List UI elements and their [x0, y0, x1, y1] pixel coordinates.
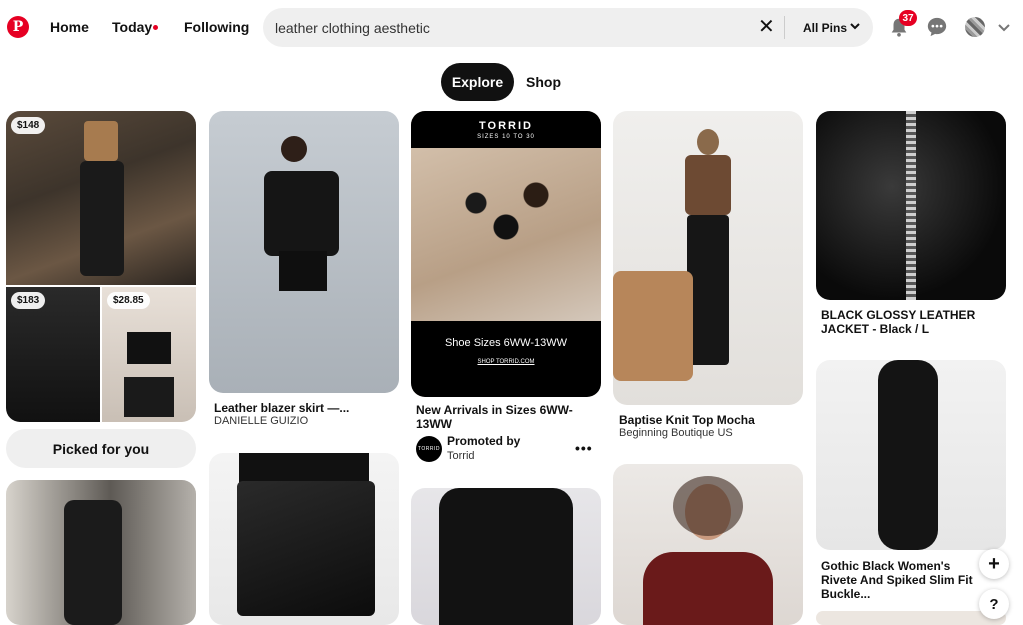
pinterest-logo[interactable]: P — [7, 16, 29, 38]
pin-title[interactable]: BLACK GLOSSY LEATHER JACKET - Black / L — [821, 308, 1001, 336]
tab-shop[interactable]: Shop — [526, 74, 561, 90]
tab-explore[interactable]: Explore — [441, 63, 514, 101]
add-pin-button[interactable]: + — [979, 549, 1009, 579]
torrid-banner: TORRID SIZES 10 TO 30 — [411, 111, 601, 148]
pin-creator[interactable]: DANIELLE GUIZIO — [214, 415, 308, 427]
ad-headline: Shoe Sizes 6WW-13WW — [444, 337, 568, 349]
pin-title[interactable]: New Arrivals in Sizes 6WW-13WW — [416, 403, 596, 431]
chevron-down-icon[interactable] — [849, 20, 861, 32]
pin-card-image[interactable] — [6, 480, 196, 625]
close-icon[interactable]: ✕ — [758, 17, 775, 37]
search-bar[interactable]: leather clothing aesthetic ✕ All Pins — [263, 8, 873, 47]
pin-title[interactable]: Gothic Black Women's Rivete And Spiked S… — [821, 559, 986, 601]
pin-title[interactable]: Leather blazer skirt —... — [214, 401, 349, 415]
advertiser-name[interactable]: Torrid — [447, 450, 475, 462]
notification-badge: 37 — [899, 10, 917, 26]
nav-today[interactable]: Today — [112, 19, 152, 35]
message-icon[interactable] — [926, 16, 948, 38]
price-tag: $183 — [11, 292, 46, 309]
search-divider — [784, 16, 785, 39]
avatar[interactable] — [965, 17, 985, 37]
top-nav-bar: P Home Today Following leather clothing … — [0, 0, 1023, 56]
search-scope-dropdown[interactable]: All Pins — [803, 21, 847, 35]
price-tag: $148 — [11, 117, 46, 134]
pin-card-image[interactable] — [613, 464, 803, 625]
pin-card-image[interactable] — [411, 488, 601, 625]
search-input[interactable]: leather clothing aesthetic — [275, 20, 430, 36]
pin-title[interactable]: Baptise Knit Top Mocha — [619, 413, 755, 427]
pin-card-image[interactable] — [209, 111, 399, 393]
pin-card-image[interactable]: $148 $183 $28.85 — [6, 111, 196, 422]
pin-card-image[interactable] — [816, 611, 1006, 625]
nav-home[interactable]: Home — [50, 19, 89, 35]
pin-card-image[interactable] — [816, 360, 1006, 550]
nav-following[interactable]: Following — [184, 19, 249, 35]
pin-card-image[interactable] — [613, 111, 803, 405]
today-indicator-dot — [153, 25, 158, 30]
pin-creator[interactable]: Beginning Boutique US — [619, 427, 733, 439]
promoted-pin-card[interactable]: TORRID SIZES 10 TO 30 Shoe Sizes 6WW-13W… — [411, 111, 601, 397]
picked-for-you-button[interactable]: Picked for you — [6, 429, 196, 468]
shop-link[interactable]: SHOP TORRID.COM — [411, 349, 601, 365]
pin-card-image[interactable] — [209, 453, 399, 625]
chevron-down-icon[interactable] — [997, 20, 1011, 34]
promoted-label: Promoted by — [447, 434, 521, 448]
help-button[interactable]: ? — [979, 589, 1009, 619]
advertiser-avatar[interactable]: TORRID — [416, 436, 442, 462]
brand-subtitle: SIZES 10 TO 30 — [477, 134, 535, 140]
pin-image — [431, 171, 581, 251]
brand-logo-text: TORRID — [479, 120, 533, 132]
torrid-footer: Shoe Sizes 6WW-13WW SHOP TORRID.COM — [411, 321, 601, 397]
price-tag: $28.85 — [107, 292, 150, 309]
pin-card-image[interactable] — [816, 111, 1006, 300]
more-options-icon[interactable]: ••• — [575, 440, 593, 456]
pin-image — [6, 111, 196, 285]
